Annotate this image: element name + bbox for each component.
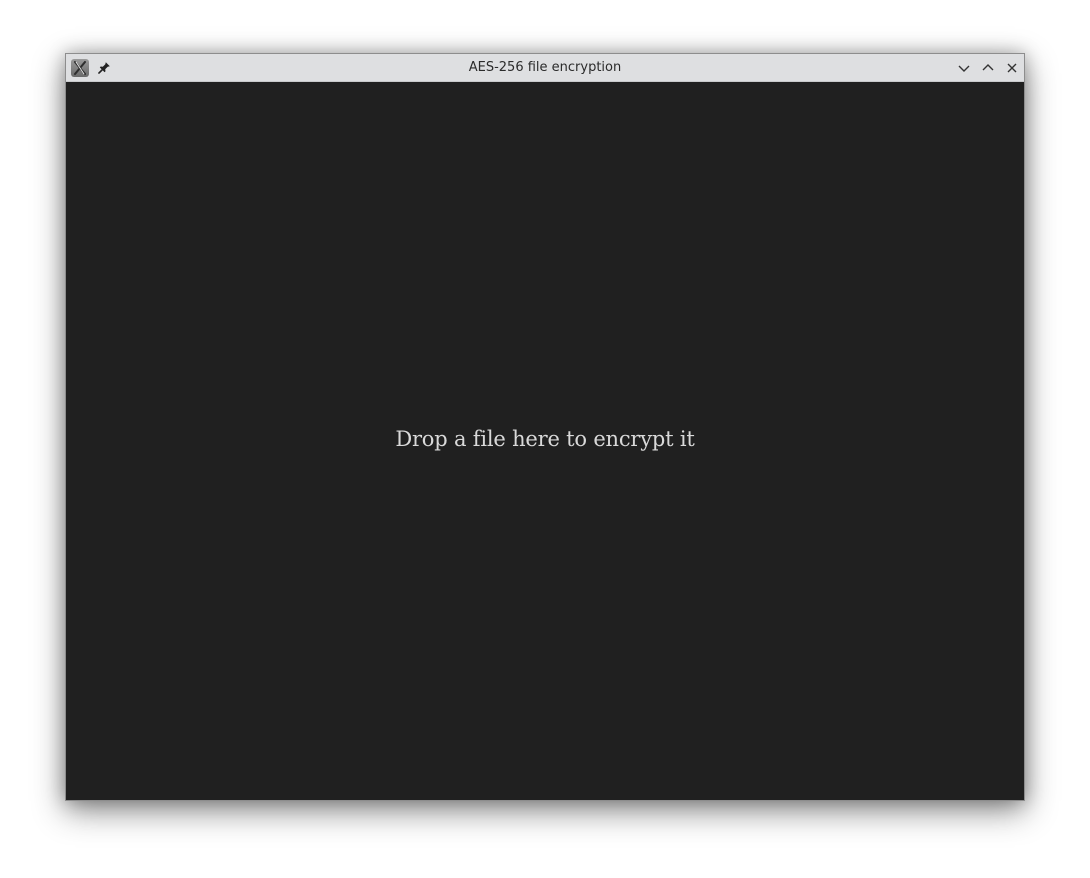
pin-glyph: [98, 62, 110, 74]
chevron-down-icon: [958, 65, 970, 72]
close-button[interactable]: [1002, 58, 1022, 78]
close-icon: [1007, 63, 1017, 73]
x-logo-icon: [73, 60, 87, 76]
drop-hint-text: Drop a file here to encrypt it: [395, 427, 695, 451]
app-window: AES-256 file encryption Drop a file here…: [65, 53, 1025, 801]
chevron-up-icon: [982, 64, 994, 71]
drop-zone[interactable]: Drop a file here to encrypt it: [66, 82, 1024, 800]
title-bar[interactable]: AES-256 file encryption: [66, 54, 1024, 82]
minimize-button[interactable]: [954, 58, 974, 78]
pin-icon[interactable]: [95, 59, 113, 77]
window-title: AES-256 file encryption: [468, 60, 622, 75]
x-app-icon[interactable]: [71, 59, 89, 77]
maximize-button[interactable]: [978, 58, 998, 78]
